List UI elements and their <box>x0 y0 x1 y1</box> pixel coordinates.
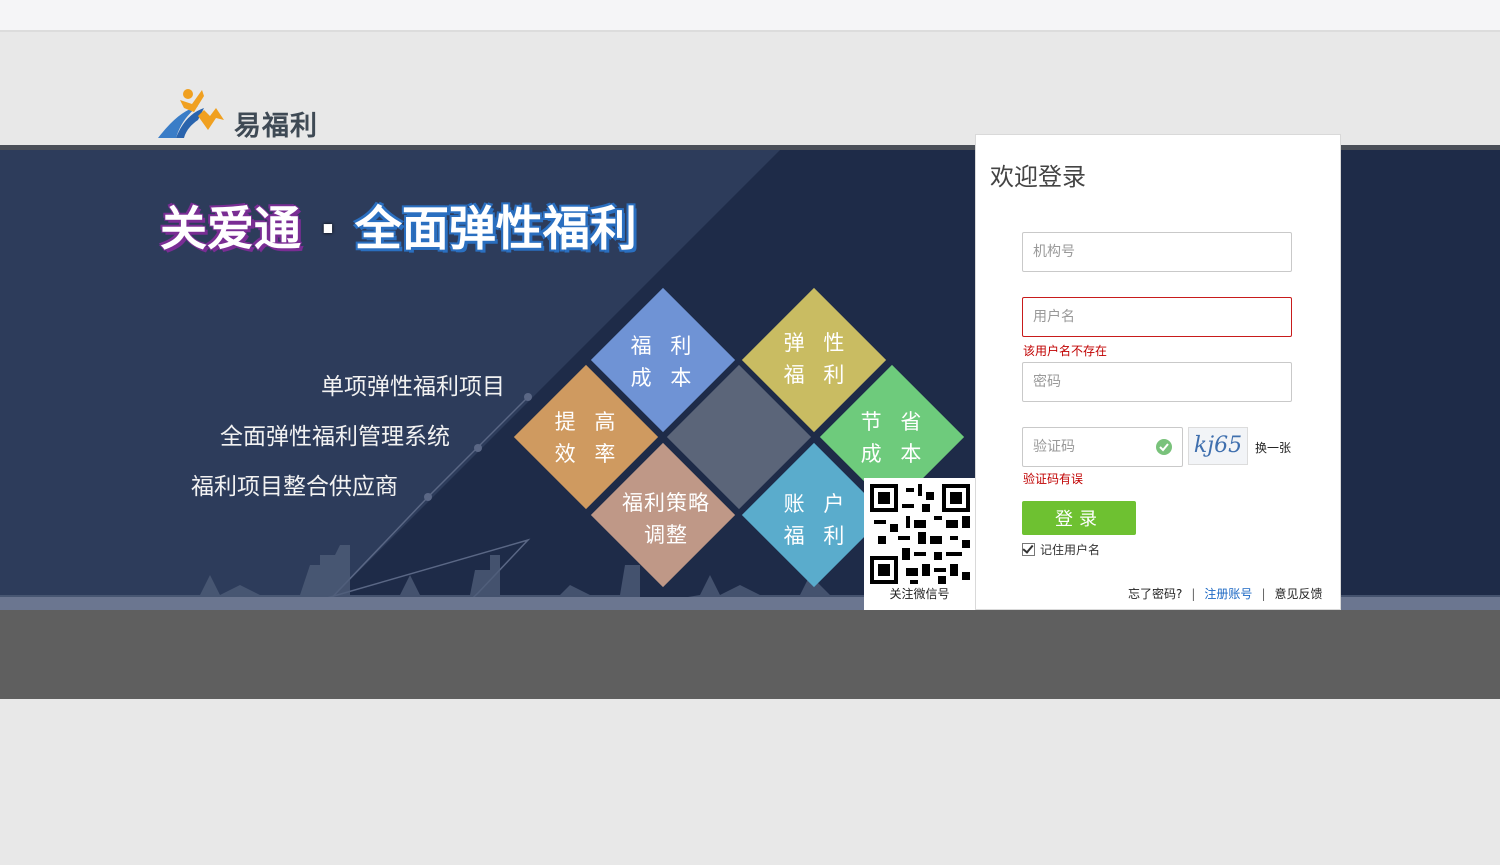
link-divider: | <box>1261 587 1266 601</box>
check-icon <box>1156 439 1172 455</box>
org-code-input[interactable] <box>1022 232 1292 272</box>
banner-headline: 关爱通 · 全面弹性福利 <box>159 190 637 259</box>
remember-username[interactable]: 记住用户名 <box>1022 541 1100 558</box>
login-button[interactable]: 登录 <box>1022 501 1136 535</box>
captcha-error: 验证码有误 <box>1023 472 1084 486</box>
wechat-qr: 关注微信号 <box>864 478 975 610</box>
remember-checkbox[interactable] <box>1022 543 1035 556</box>
headline-slogan: 全面弹性福利 <box>354 202 637 257</box>
login-title: 欢迎登录 <box>990 163 1086 191</box>
tile-label: 提 高 效 率 <box>554 410 622 466</box>
footer-links: 忘了密码? | 注册账号 | 意见反馈 <box>1128 585 1323 602</box>
tile-label: 节 省 成 本 <box>860 410 928 466</box>
username-error: 该用户名不存在 <box>1023 344 1108 358</box>
logo-icon <box>158 89 224 138</box>
tagline-3: 福利项目整合供应商 <box>191 474 398 500</box>
logo-text: 易福利 <box>234 111 318 142</box>
captcha-image[interactable]: kj65 <box>1188 427 1248 465</box>
captcha-refresh-link[interactable]: 换一张 <box>1255 439 1291 456</box>
qr-code-icon <box>870 484 970 584</box>
tile-label: 弹 性 福 利 <box>783 331 851 387</box>
link-divider: | <box>1191 587 1196 601</box>
headline-dot: · <box>319 202 337 257</box>
password-input[interactable] <box>1022 362 1292 402</box>
remember-label: 记住用户名 <box>1040 543 1101 557</box>
tagline-1: 单项弹性福利项目 <box>321 374 505 400</box>
qr-caption: 关注微信号 <box>889 587 950 601</box>
register-link[interactable]: 注册账号 <box>1204 587 1252 601</box>
tagline-2: 全面弹性福利管理系统 <box>220 424 450 450</box>
feedback-link[interactable]: 意见反馈 <box>1274 587 1322 601</box>
login-panel: 欢迎登录 该用户名不存在 kj65 换一张 验证码有误 登录 记住用户名 忘了密… <box>975 134 1341 610</box>
forgot-password-link[interactable]: 忘了密码? <box>1128 587 1182 601</box>
browser-top-bar <box>0 0 1500 32</box>
username-input[interactable] <box>1022 297 1292 337</box>
tile-label: 账 户 福 利 <box>783 492 851 548</box>
headline-brand: 关爱通 <box>159 201 302 258</box>
tile-label: 福 利 成 本 <box>630 334 698 390</box>
banner-footer-band <box>0 610 1500 699</box>
tile-label: 福利策略 调整 <box>622 491 710 547</box>
